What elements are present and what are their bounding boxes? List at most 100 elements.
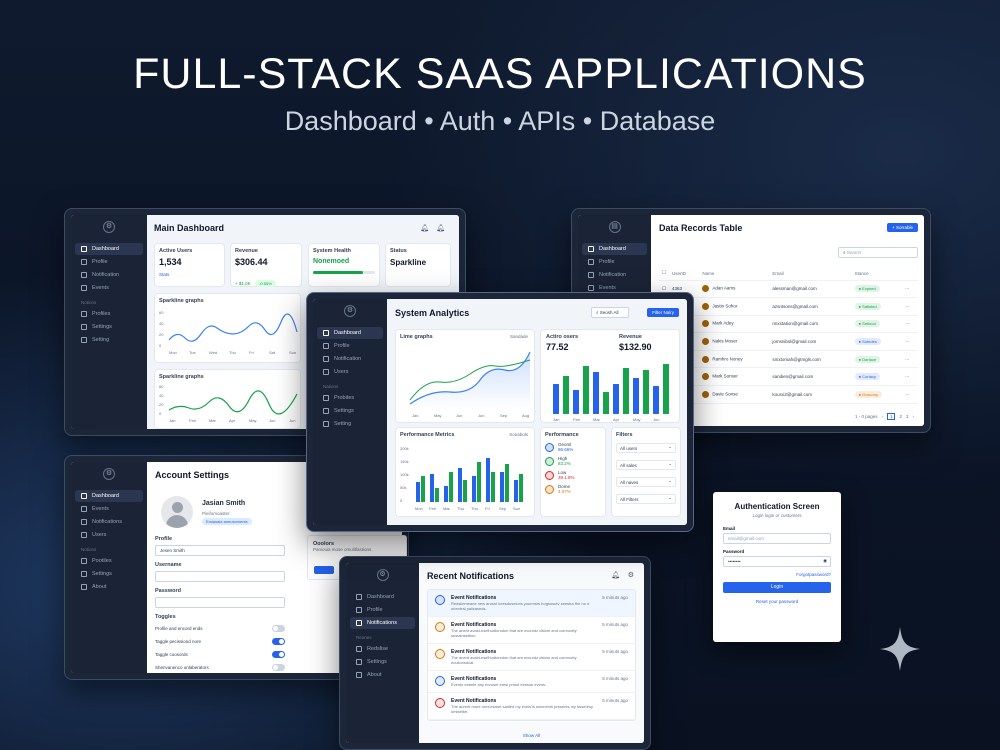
row-menu-icon[interactable]: ··· xyxy=(902,297,918,316)
notification-item[interactable]: Event Notifications The anerit avald-esel… xyxy=(428,644,635,671)
bar xyxy=(563,376,569,414)
column-header[interactable]: UserID xyxy=(669,267,700,281)
sidebar-item-dashboard[interactable]: Dashboard xyxy=(582,243,647,255)
gear-icon[interactable]: ⚙ xyxy=(628,571,634,579)
table-row[interactable]: ☐6Ramhro Noneysmxtomah@gtmgls.com● Darta… xyxy=(659,350,918,369)
row-menu-icon[interactable]: ··· xyxy=(902,385,918,404)
bell-icon[interactable]: 🔔︎ xyxy=(611,571,620,579)
filter-dropdown[interactable]: All sales xyxy=(616,460,676,470)
sidebar-item-notification[interactable]: Notification xyxy=(75,269,143,281)
notification-item[interactable]: Event Notifications Events eebele any eor… xyxy=(428,671,635,693)
username-field[interactable] xyxy=(155,571,285,582)
notification-time: 5 minuts ago xyxy=(602,676,628,681)
row-menu-icon[interactable]: ··· xyxy=(902,367,918,387)
range-select[interactable]: Sonabols xyxy=(509,432,528,437)
sidebar-item-profile[interactable]: Profile xyxy=(317,340,383,352)
sidebar-item-probites[interactable]: Probites xyxy=(317,392,383,404)
bar xyxy=(477,462,481,502)
profile-field[interactable]: Jesen Smith xyxy=(155,545,285,556)
table-row[interactable]: ☐ 4363 Adan Aams alessman@gmail.com ● Expire… xyxy=(659,280,918,299)
sidebar-item-profile[interactable]: Profile xyxy=(75,256,143,268)
column-header[interactable]: Email xyxy=(769,267,852,281)
sidebar-item-setting[interactable]: Setting xyxy=(75,334,143,346)
bar xyxy=(500,472,504,502)
table-row[interactable]: ☐3Mark Sonsersandien@gmail.com● Cortacy·… xyxy=(659,367,918,387)
password-field[interactable] xyxy=(155,597,285,608)
table-row[interactable]: ☐3Jastin Sohorazsntsons@gmail.com● Satis… xyxy=(659,297,918,316)
column-header[interactable]: Stance xyxy=(851,267,903,281)
sidebar-item-about[interactable]: About xyxy=(350,669,415,681)
sidebar-item-notifications[interactable]: Notifications xyxy=(350,617,415,629)
reset-password-link[interactable]: Reset your password xyxy=(723,599,831,604)
search-input[interactable]: ⌕ Search xyxy=(838,247,918,258)
notification-item[interactable]: Event Notifications The anerit avald-esel… xyxy=(428,617,635,644)
sidebar-item-about[interactable]: About xyxy=(75,581,143,593)
sidebar-item-profile[interactable]: Profile xyxy=(582,256,647,268)
login-button[interactable]: Login xyxy=(723,582,831,593)
toggles-title: Toggles xyxy=(155,614,176,620)
row-menu-icon[interactable]: ··· xyxy=(902,280,918,299)
side-card-button[interactable] xyxy=(314,566,334,574)
toggle-switch[interactable] xyxy=(272,664,285,671)
sidebar-item-dashboard[interactable]: Dashboard xyxy=(317,327,383,339)
sidebar-item-settings[interactable]: Settings xyxy=(350,656,415,668)
select-all-checkbox[interactable]: ☐ xyxy=(659,267,670,281)
sidebar-item-redslise[interactable]: Redslise xyxy=(350,643,415,655)
health-progress-bar xyxy=(313,271,375,274)
column-header[interactable]: Name xyxy=(699,267,770,281)
email-field[interactable]: email@gmail.com xyxy=(723,533,831,544)
sidebar-item-events[interactable]: Events xyxy=(75,282,143,294)
filter-dropdown[interactable]: All naves xyxy=(616,477,676,487)
table-row[interactable]: ☐2Davie Sonsekourxi2@gmail.com● Goscony·… xyxy=(659,385,918,404)
bell-icon[interactable]: 🔔︎ xyxy=(420,224,429,232)
sidebar-item-dashboard[interactable]: Dashboard xyxy=(75,243,143,255)
notification-item[interactable]: Event Notifications The aurerit more ores… xyxy=(428,693,635,720)
sidebar-item-settings[interactable]: Settings xyxy=(75,321,143,333)
password-field[interactable]: •••••••• ◉ xyxy=(723,556,831,567)
sidebar-item-events[interactable]: Events xyxy=(75,503,143,515)
forgot-password-link[interactable]: Forgotpassword? xyxy=(723,572,831,577)
toggle-switch[interactable] xyxy=(272,651,285,658)
sidebar-item-settings[interactable]: Settings xyxy=(317,405,383,417)
prev-page-button[interactable]: ‹ xyxy=(881,414,883,419)
avatar[interactable] xyxy=(161,496,193,528)
eye-icon[interactable]: ◉ xyxy=(823,558,827,564)
table-row[interactable]: ☐5Nakis Moserjomsnibsl@gmail.com● Sotede… xyxy=(659,332,918,351)
sidebar-item-notification[interactable]: Notification xyxy=(317,353,383,365)
bar xyxy=(643,370,649,414)
row-menu-icon[interactable]: ··· xyxy=(902,350,918,369)
table-row[interactable]: ☐3Mark Adeynnxxtation@gmail.com● Setiood… xyxy=(659,315,918,334)
sidebar-item-profiles[interactable]: Pootiles xyxy=(75,555,143,567)
sidebar-item-profile[interactable]: Profile xyxy=(350,604,415,616)
notification-icon[interactable]: 🔔︎ xyxy=(436,224,445,232)
filter-button[interactable]: Filter Nalry xyxy=(647,308,679,317)
filter-dropdown[interactable]: All Filters xyxy=(616,494,676,504)
toggle-switch[interactable] xyxy=(272,638,285,645)
next-page-button[interactable]: › xyxy=(913,414,915,419)
auth-subtitle: Login login or customers xyxy=(752,513,802,518)
row-menu-icon[interactable]: ··· xyxy=(902,315,918,334)
sidebar-item-users[interactable]: Users xyxy=(317,366,383,378)
sidebar-item-dashboard[interactable]: Dashboard xyxy=(350,591,415,603)
range-select[interactable]: Sandade xyxy=(510,334,528,339)
kpi-value: 4.07% xyxy=(558,489,571,494)
sidebar-item-notification[interactable]: Notification xyxy=(582,269,647,281)
sidebar-item-users[interactable]: Users xyxy=(75,529,143,541)
sidebar-item-profiles[interactable]: Profiles xyxy=(75,308,143,320)
y-tick: 0 xyxy=(159,343,162,348)
sidebar-item-settings[interactable]: Settings xyxy=(75,568,143,580)
row-menu-icon[interactable]: ··· xyxy=(902,332,918,351)
page-button[interactable]: 3 xyxy=(906,414,909,419)
notification-item[interactable]: Event Notifications Redsiinmeane new aros… xyxy=(428,590,635,617)
sidebar-item-notifications[interactable]: Notifications xyxy=(75,516,143,528)
sidebar-item-setting[interactable]: Setting xyxy=(317,418,383,430)
filter-dropdown[interactable]: All users xyxy=(616,443,676,453)
search-all-input[interactable]: ⌕ Seosh All xyxy=(591,307,629,318)
show-all-link[interactable]: Show All xyxy=(419,733,644,738)
sortable-button[interactable]: + Sorrable xyxy=(887,223,918,232)
page-button[interactable]: 1 xyxy=(886,413,896,420)
sidebar-item-dashboard[interactable]: Dashboard xyxy=(75,490,143,502)
notification-icon xyxy=(435,676,445,686)
toggle-switch[interactable] xyxy=(272,625,285,632)
page-button[interactable]: 2 xyxy=(899,414,902,419)
